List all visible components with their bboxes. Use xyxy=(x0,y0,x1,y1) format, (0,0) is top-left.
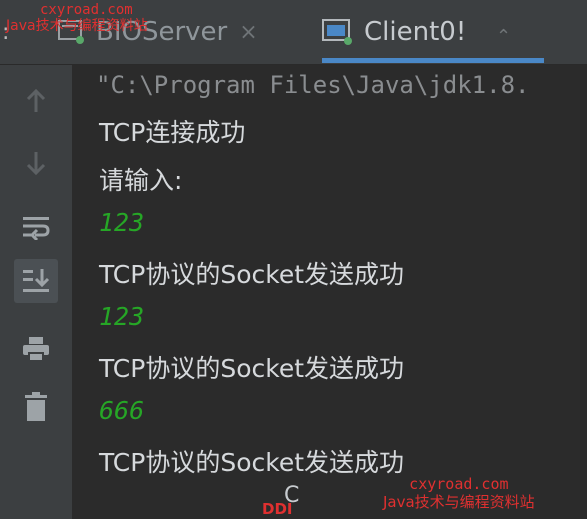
scroll-to-end-icon xyxy=(23,269,50,292)
console-toolbar xyxy=(0,65,72,519)
console-run-icon xyxy=(322,19,352,45)
console-line: TCP协议的Socket发送成功 xyxy=(99,448,405,477)
watermark-ddi: DDI xyxy=(262,500,293,518)
console-line: TCP协议的Socket发送成功 xyxy=(99,354,405,383)
print-icon xyxy=(23,337,49,362)
watermark-url: cxyroad.com xyxy=(409,475,509,493)
console-input-line: 666 xyxy=(99,396,145,425)
trash-icon xyxy=(25,392,47,421)
console-line: 请输入: xyxy=(99,166,183,195)
console-line: TCP连接成功 xyxy=(99,118,246,147)
console-input-line: 123 xyxy=(99,302,145,331)
watermark-bottom: cxyroad.com Java技术与编程资料站 xyxy=(383,475,535,511)
console-output[interactable]: "C:\Program Files\Java\jdk1.8. TCP连接成功 请… xyxy=(72,65,587,519)
tab-overflow-icon[interactable]: ⌃ xyxy=(496,26,511,47)
command-line: "C:\Program Files\Java\jdk1.8. xyxy=(91,71,587,103)
tab-client-label: Client0! xyxy=(364,17,467,47)
active-tab-indicator xyxy=(322,58,544,63)
soft-wrap-icon xyxy=(23,217,50,240)
soft-wrap-button[interactable] xyxy=(14,205,58,249)
down-arrow-icon xyxy=(26,152,46,176)
close-icon[interactable]: × xyxy=(239,20,257,45)
console-line: TCP协议的Socket发送成功 xyxy=(99,260,405,289)
up-arrow-icon xyxy=(26,88,46,112)
watermark-top: cxyroad.com Java技术与编程资料站 xyxy=(6,2,148,34)
print-button[interactable] xyxy=(14,327,58,371)
console-input-line: 123 xyxy=(99,208,145,237)
scroll-to-end-button[interactable] xyxy=(14,259,58,303)
up-arrow-button[interactable] xyxy=(14,79,58,123)
tab-client[interactable]: Client0! xyxy=(322,0,466,64)
watermark-text: Java技术与编程资料站 xyxy=(383,493,535,511)
watermark-text: Java技术与编程资料站 xyxy=(6,18,148,34)
down-arrow-button[interactable] xyxy=(14,141,58,185)
watermark-url: cxyroad.com xyxy=(40,2,133,18)
clear-button[interactable] xyxy=(14,385,58,429)
